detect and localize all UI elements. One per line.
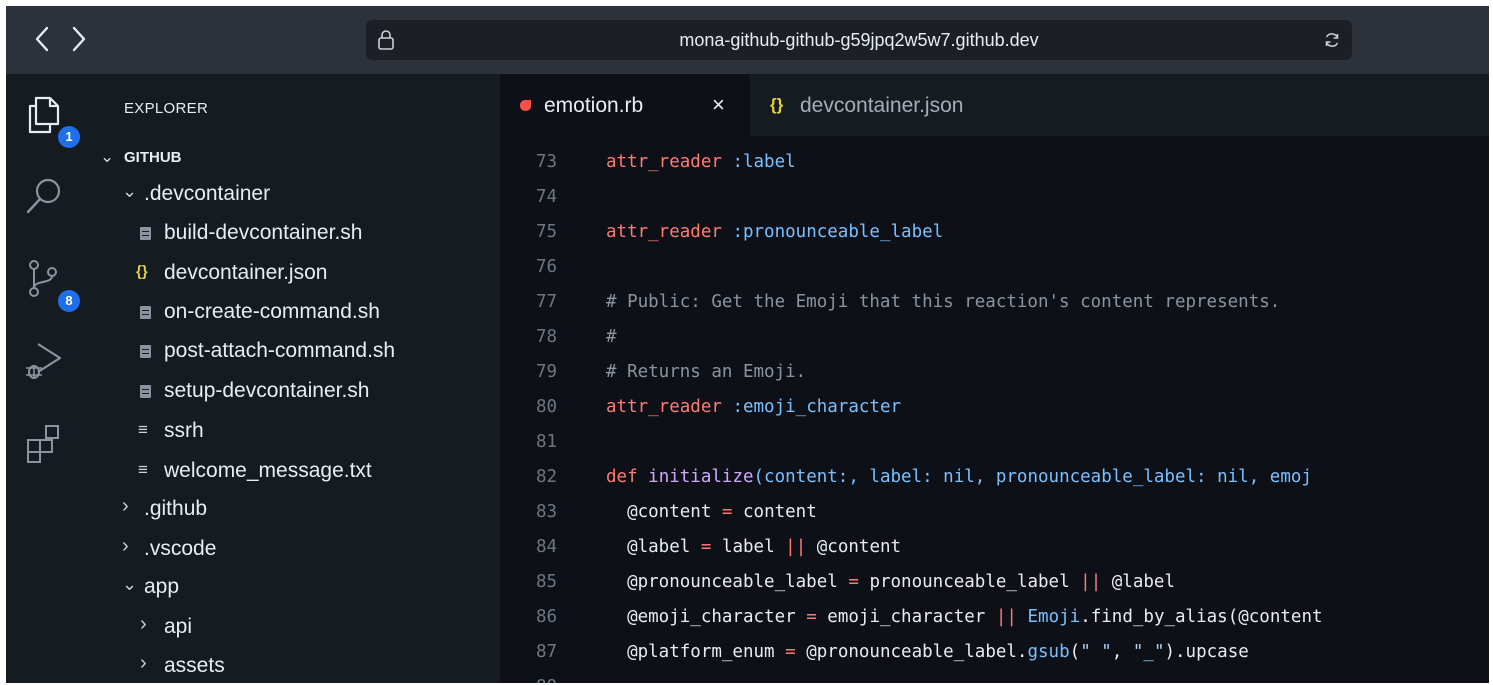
explorer-title: EXPLORER xyxy=(124,100,209,117)
code-line: 88 xyxy=(500,673,1489,683)
extensions-activity-button[interactable] xyxy=(22,420,72,470)
tab-bar: emotion.rb × {} devcontainer.json xyxy=(500,74,1489,136)
code-line: 74 xyxy=(536,187,558,207)
code-line: 86 @emoji_character = emoji_character ||… xyxy=(536,607,1323,627)
explorer-activity-button[interactable]: 1 xyxy=(22,92,80,148)
code-line: 83 @content = content xyxy=(536,502,817,522)
tree-file-ssrh[interactable]: ≡ ssrh xyxy=(88,412,500,450)
chevron-down-icon: ⌄ xyxy=(100,147,115,166)
chevron-right-icon: › xyxy=(140,613,147,635)
shell-file-icon xyxy=(140,345,151,358)
tree-file-on-create-command[interactable]: on-create-command.sh xyxy=(88,293,500,331)
source-control-badge: 8 xyxy=(58,290,80,312)
code-line: 80 attr_reader :emoji_character xyxy=(536,397,902,417)
text-file-icon: ≡ xyxy=(138,420,148,439)
code-line: 77 # Public: Get the Emoji that this rea… xyxy=(536,292,1281,312)
tree-file-devcontainer-json[interactable]: {} devcontainer.json xyxy=(88,254,500,292)
tree-file-welcome-message[interactable]: ≡ welcome_message.txt xyxy=(88,452,500,490)
extensions-icon xyxy=(27,425,59,463)
shell-file-icon xyxy=(140,385,151,398)
url-text: mona-github-github-g59jpq2w5w7.github.de… xyxy=(679,30,1039,50)
tab-devcontainer-json[interactable]: {} devcontainer.json xyxy=(750,74,1010,136)
json-file-icon: {} xyxy=(136,263,148,280)
assign-operator: = xyxy=(848,572,859,592)
browser-toolbar: mona-github-github-g59jpq2w5w7.github.de… xyxy=(6,6,1489,74)
chevron-down-icon: ⌄ xyxy=(122,574,138,594)
chevron-right-icon: › xyxy=(122,535,129,557)
shell-file-icon xyxy=(140,227,151,240)
source-control-activity-button[interactable]: 8 xyxy=(22,256,80,312)
reload-icon[interactable] xyxy=(1322,30,1342,50)
code-line: 81 xyxy=(536,432,558,452)
tree-folder-assets[interactable]: › assets xyxy=(88,647,500,683)
assign-operator: = xyxy=(700,537,712,557)
run-debug-activity-button[interactable] xyxy=(22,338,72,388)
tree-folder-github[interactable]: › .github xyxy=(88,490,500,528)
code-line: 84 @label = label || @content xyxy=(536,537,902,557)
tree-file-setup-devcontainer[interactable]: setup-devcontainer.sh xyxy=(88,372,500,410)
tree-folder-app[interactable]: ⌄ app xyxy=(88,568,500,606)
text-file-icon: ≡ xyxy=(138,460,148,479)
code-line: 79 # Returns an Emoji. xyxy=(536,362,807,382)
shell-file-icon xyxy=(140,306,151,319)
code-line: 82 def initialize(content:, label: nil, … xyxy=(536,467,1312,487)
chevron-right-icon: › xyxy=(122,495,129,517)
activity-bar: 1 8 xyxy=(6,74,88,683)
assign-operator: = xyxy=(785,642,796,662)
run-debug-icon xyxy=(26,343,62,379)
editor-area: emotion.rb × {} devcontainer.json 73 att… xyxy=(500,74,1489,683)
code-line: 78 # xyxy=(536,327,617,347)
chevron-down-icon: ⌄ xyxy=(122,181,138,201)
tree-folder-devcontainer[interactable]: ⌄ .devcontainer xyxy=(88,175,500,213)
tree-folder-api[interactable]: › api xyxy=(88,608,500,646)
chevron-right-icon: › xyxy=(140,652,147,674)
browser-window: mona-github-github-g59jpq2w5w7.github.de… xyxy=(6,6,1489,683)
back-button[interactable] xyxy=(28,22,58,56)
tree-folder-vscode[interactable]: › .vscode xyxy=(88,530,500,568)
chevron-left-icon xyxy=(35,26,49,52)
explorer-badge: 1 xyxy=(58,126,80,148)
search-icon xyxy=(26,178,61,214)
assign-operator: = xyxy=(721,502,733,522)
tree-root-github[interactable]: ⌄ GITHUB xyxy=(88,138,500,176)
code-line: 75 attr_reader :pronounceable_label xyxy=(536,222,944,242)
tree-file-post-attach-command[interactable]: post-attach-command.sh xyxy=(88,332,500,370)
json-icon: {} xyxy=(770,95,784,114)
code-line: 73 attr_reader :label xyxy=(536,152,796,172)
assign-operator: = xyxy=(806,607,817,627)
tab-emotion-rb[interactable]: emotion.rb × xyxy=(500,74,750,136)
forward-button[interactable] xyxy=(64,22,94,56)
code-line: 85 @pronounceable_label = pronounceable_… xyxy=(536,572,1175,592)
code-editor[interactable]: 73 attr_reader :label 74 75 attr_reader … xyxy=(500,136,1489,683)
chevron-right-icon xyxy=(72,26,86,52)
ruby-icon xyxy=(520,100,531,111)
search-activity-button[interactable] xyxy=(22,174,72,224)
code-line: 76 xyxy=(536,257,558,277)
close-icon[interactable]: × xyxy=(712,92,725,118)
tree-file-build-devcontainer[interactable]: build-devcontainer.sh xyxy=(88,214,500,252)
explorer-panel: EXPLORER ⌄ GITHUB ⌄ .devcontainer build-… xyxy=(88,74,500,683)
code-line: 87 @platform_enum = @pronounceable_label… xyxy=(536,642,1249,662)
address-bar[interactable]: mona-github-github-g59jpq2w5w7.github.de… xyxy=(366,20,1352,60)
